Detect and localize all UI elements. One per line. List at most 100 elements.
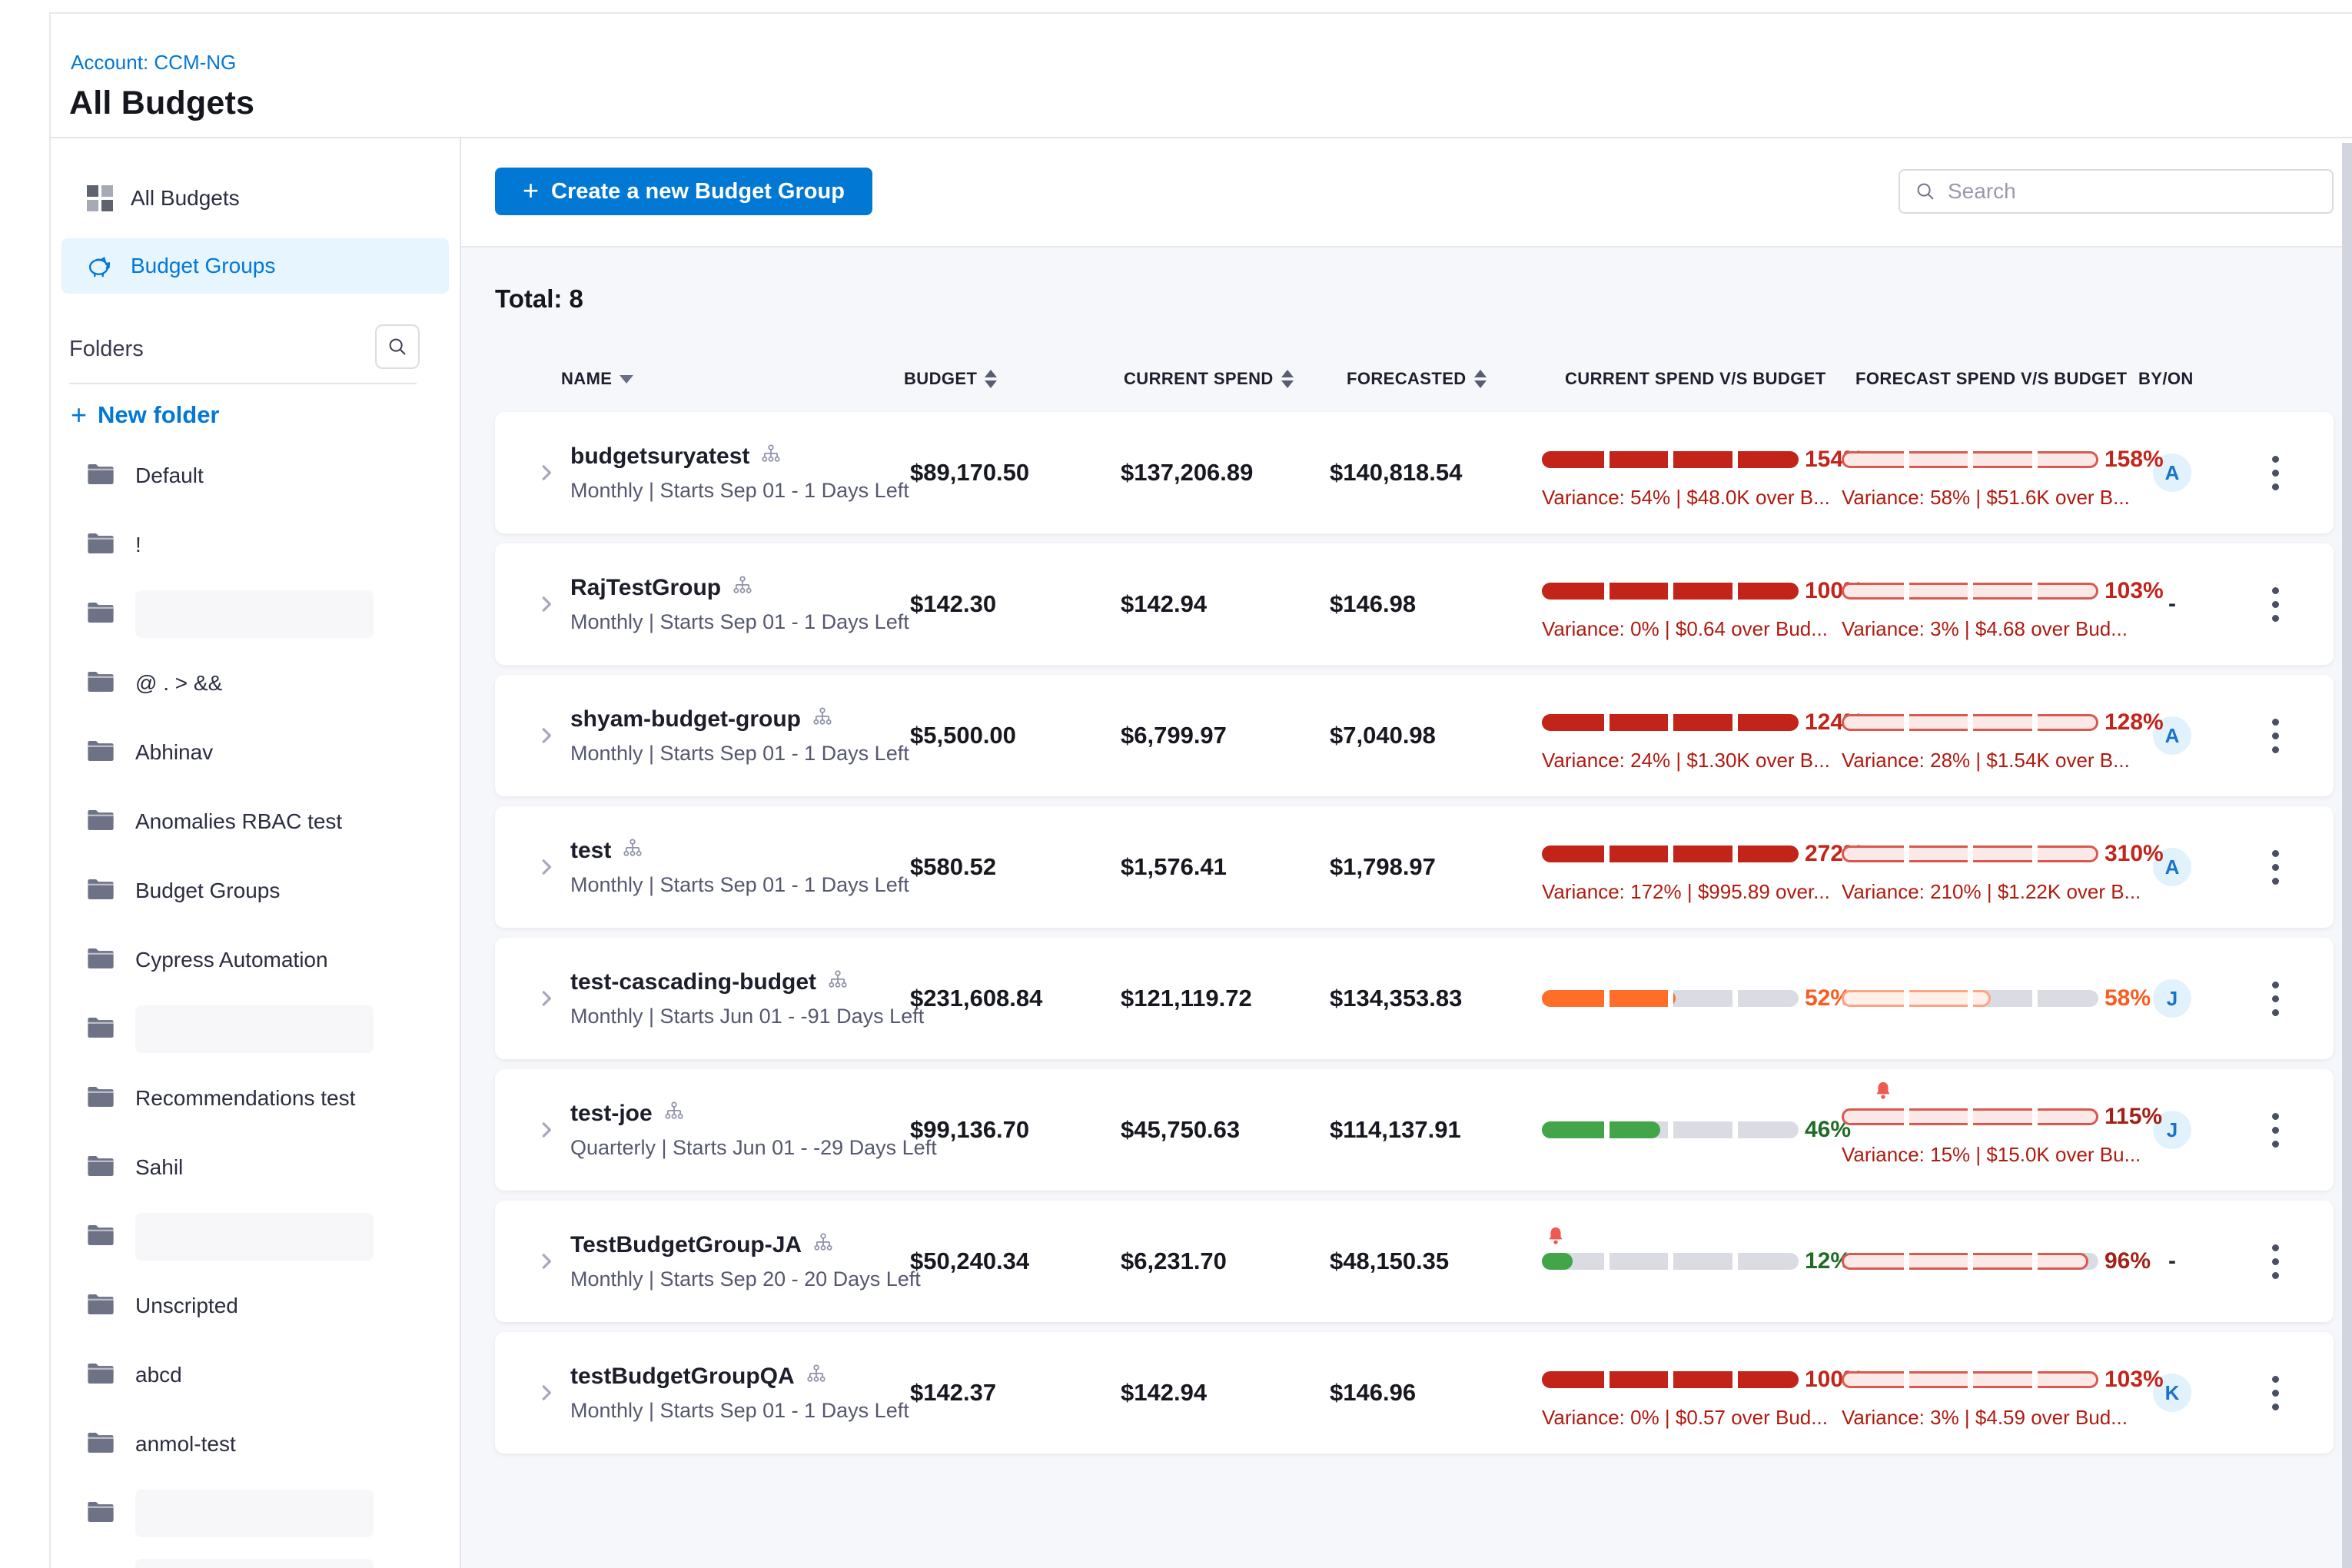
budget-group-name[interactable]: RajTestGroup (570, 575, 721, 601)
account-breadcrumb[interactable]: Account: CCM-NG (71, 51, 236, 75)
new-folder-button[interactable]: + New folder (71, 398, 220, 432)
row-expand-chevron-icon[interactable] (535, 675, 558, 796)
column-header-forecast-spend-v-s-budget[interactable]: FORECAST SPEND V/S BUDGET (1855, 369, 2127, 389)
folder-item[interactable] (51, 995, 460, 1064)
sidebar-item-budget-groups[interactable]: Budget Groups (61, 238, 449, 294)
folder-icon (86, 877, 115, 905)
by-on-cell: J (2152, 938, 2192, 1059)
row-menu-button[interactable] (2260, 938, 2291, 1059)
column-header-by-on[interactable]: BY/ON (2138, 369, 2194, 389)
table-row[interactable]: test-cascading-budget Monthly | Starts J… (495, 938, 2334, 1059)
all-budgets-page: Account: CCM-NG All Budgets All Budgets … (0, 0, 2352, 1568)
spend-progress-bar (1842, 845, 2098, 862)
folder-icon (86, 946, 115, 975)
page-title: All Budgets (69, 85, 254, 122)
row-expand-chevron-icon[interactable] (535, 806, 558, 928)
folder-label: Default (135, 463, 204, 488)
forecasted-amount: $1,798.97 (1330, 806, 1436, 928)
folder-label: Anomalies RBAC test (135, 809, 342, 834)
folder-item[interactable]: @ . > && (51, 649, 460, 718)
budget-amount: $5,500.00 (910, 675, 1016, 796)
current-vs-budget-cell: 100%Variance: 0% | $0.57 over Bud... (1542, 1332, 1843, 1453)
budget-amount: $99,136.70 (910, 1069, 1029, 1191)
budget-amount: $142.30 (910, 543, 996, 665)
avatar[interactable]: J (2153, 979, 2191, 1018)
budget-group-name[interactable]: shyam-budget-group (570, 706, 801, 733)
row-expand-chevron-icon[interactable] (535, 1201, 558, 1322)
folder-item[interactable]: Anomalies RBAC test (51, 787, 460, 856)
budget-group-name[interactable]: budgetsuryatest (570, 443, 749, 470)
sort-arrows-icon (1281, 370, 1294, 388)
column-header-budget[interactable]: BUDGET (904, 369, 997, 389)
folder-icon (86, 1015, 115, 1044)
row-expand-chevron-icon[interactable] (535, 543, 558, 665)
column-header-current-spend-v-s-budget[interactable]: CURRENT SPEND V/S BUDGET (1565, 369, 1826, 389)
folder-item[interactable]: Cypress Automation (51, 925, 460, 995)
column-header-current-spend[interactable]: CURRENT SPEND (1124, 369, 1294, 389)
table-row[interactable]: test-joe Quarterly | Starts Jun 01 - -29… (495, 1069, 2334, 1191)
row-expand-chevron-icon[interactable] (535, 938, 558, 1059)
table-row[interactable]: shyam-budget-group Monthly | Starts Sep … (495, 675, 2334, 796)
spend-progress-bar (1542, 714, 1799, 731)
sort-arrows-icon (1474, 370, 1487, 388)
row-menu-button[interactable] (2260, 412, 2291, 533)
folder-label: Sahil (135, 1155, 183, 1180)
column-header-name[interactable]: NAME (561, 369, 633, 389)
folder-search-button[interactable] (375, 324, 420, 369)
folder-item[interactable]: abcd (51, 1340, 460, 1410)
name-cell: testBudgetGroupQA Monthly | Starts Sep 0… (570, 1332, 909, 1453)
folder-item[interactable] (51, 1548, 460, 1568)
folder-item[interactable]: Recommendations test (51, 1064, 460, 1133)
budget-period: Monthly | Starts Sep 01 - 1 Days Left (570, 742, 909, 766)
row-menu-button[interactable] (2260, 543, 2291, 665)
folder-item[interactable]: Sahil (51, 1133, 460, 1202)
forecast-vs-budget-percent: 96% (2105, 1248, 2151, 1274)
row-menu-button[interactable] (2260, 1201, 2291, 1322)
budget-group-name[interactable]: test (570, 838, 611, 864)
budget-group-name[interactable]: testBudgetGroupQA (570, 1364, 795, 1390)
budget-group-name[interactable]: TestBudgetGroup-JA (570, 1232, 802, 1258)
budget-group-name[interactable]: test-cascading-budget (570, 969, 816, 995)
forecasted-amount: $114,137.91 (1330, 1069, 1461, 1191)
spend-progress-bar (1542, 990, 1799, 1007)
forecast-vs-budget-cell: 58% (1842, 938, 2143, 1059)
new-folder-label: New folder (98, 401, 219, 429)
row-expand-chevron-icon[interactable] (535, 1332, 558, 1453)
table-row[interactable]: RajTestGroup Monthly | Starts Sep 01 - 1… (495, 543, 2334, 665)
current-spend-amount: $6,231.70 (1121, 1201, 1227, 1322)
by-on-cell: J (2152, 1069, 2192, 1191)
search-input[interactable] (1948, 179, 2318, 204)
folder-item[interactable]: Abhinav (51, 718, 460, 787)
folders-divider (69, 383, 417, 384)
row-menu-button[interactable] (2260, 675, 2291, 796)
row-menu-button[interactable] (2260, 806, 2291, 928)
forecast-vs-budget-percent: 128% (2105, 709, 2164, 736)
folder-item[interactable]: Default (51, 441, 460, 510)
folder-item[interactable]: Budget Groups (51, 856, 460, 925)
table-row[interactable]: TestBudgetGroup-JA Monthly | Starts Sep … (495, 1201, 2334, 1322)
row-menu-button[interactable] (2260, 1332, 2291, 1453)
row-expand-chevron-icon[interactable] (535, 1069, 558, 1191)
current-vs-budget-cell: 100%Variance: 0% | $0.64 over Bud... (1542, 543, 1843, 665)
folder-item[interactable]: anmol-test (51, 1410, 460, 1479)
table-row[interactable]: test Monthly | Starts Sep 01 - 1 Days Le… (495, 806, 2334, 928)
sidebar-item-all-budgets[interactable]: All Budgets (61, 171, 449, 226)
column-header-forecasted[interactable]: FORECASTED (1347, 369, 1487, 389)
vertical-scrollbar[interactable] (2342, 143, 2352, 1568)
table-row[interactable]: testBudgetGroupQA Monthly | Starts Sep 0… (495, 1332, 2334, 1453)
row-expand-chevron-icon[interactable] (535, 412, 558, 533)
folder-icon (86, 462, 115, 490)
budget-amount: $50,240.34 (910, 1201, 1029, 1322)
folder-item[interactable] (51, 1202, 460, 1271)
forecast-vs-budget-percent: 103% (2105, 578, 2164, 604)
folder-item[interactable]: Unscripted (51, 1271, 460, 1340)
redacted-folder-label (135, 1490, 374, 1537)
folder-item[interactable] (51, 1479, 460, 1548)
budget-group-name[interactable]: test-joe (570, 1101, 653, 1127)
row-menu-button[interactable] (2260, 1069, 2291, 1191)
table-row[interactable]: budgetsuryatest Monthly | Starts Sep 01 … (495, 412, 2334, 533)
folder-item[interactable]: ! (51, 510, 460, 580)
create-budget-group-button[interactable]: + Create a new Budget Group (495, 168, 872, 215)
folder-item[interactable] (51, 580, 460, 649)
table-header-row: NAME BUDGET CURRENT SPEND FORECASTED CURRENT… (495, 369, 2352, 394)
